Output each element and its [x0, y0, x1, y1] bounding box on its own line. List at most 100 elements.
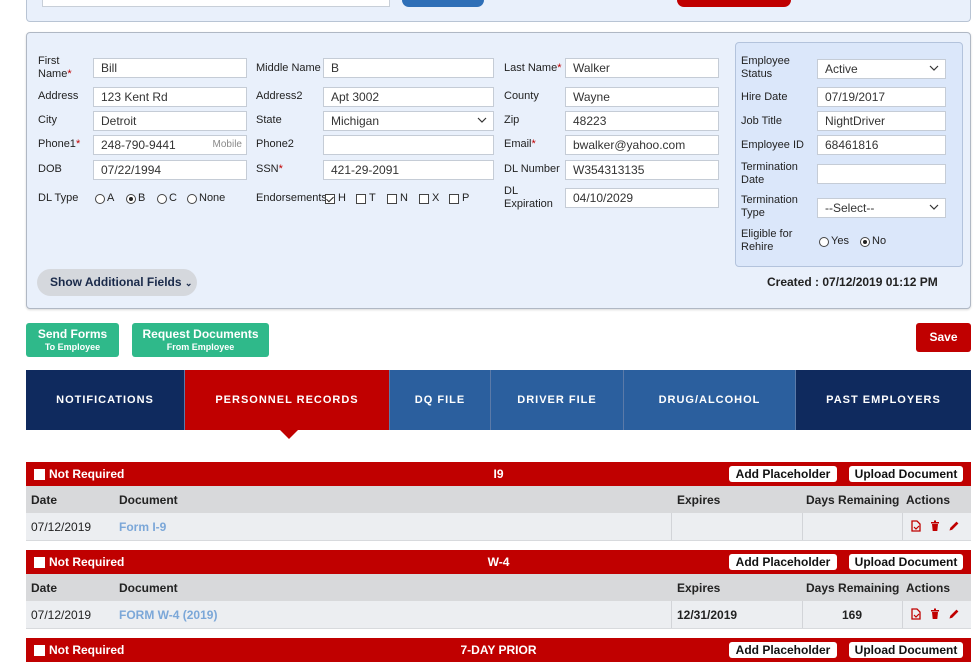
tab-drug-alcohol[interactable]: DRUG/ALCOHOL — [624, 370, 796, 430]
tab-dq-file[interactable]: DQ FILE — [390, 370, 491, 430]
table-header: Date Document Expires Days Remaining Act… — [26, 574, 971, 601]
view-document-icon[interactable] — [910, 608, 922, 620]
upload-document-button[interactable]: Upload Document — [849, 642, 963, 658]
checkbox-icon — [449, 193, 459, 204]
dl-number-label: DL Number — [504, 163, 560, 175]
section-header: Not Required W-4 Add Placeholder Upload … — [26, 550, 971, 574]
radio-selected-icon — [860, 236, 870, 247]
county-input[interactable]: Wayne — [565, 87, 719, 107]
col-document: Document — [119, 581, 178, 595]
address-input[interactable]: 123 Kent Rd — [93, 87, 247, 107]
termination-date-input[interactable] — [817, 164, 946, 184]
add-placeholder-button[interactable]: Add Placeholder — [729, 642, 837, 658]
dl-type-radio-a[interactable]: A — [95, 192, 114, 205]
col-date: Date — [31, 493, 58, 507]
chevron-down-icon — [929, 65, 939, 71]
phone1-input[interactable]: 248-790-9441 Mobile — [93, 135, 247, 155]
tab-driver-file[interactable]: DRIVER FILE — [491, 370, 624, 430]
zip-input[interactable]: 48223 — [565, 111, 719, 131]
section-header: Not Required I9 Add Placeholder Upload D… — [26, 462, 971, 486]
last-name-input[interactable]: Walker — [565, 58, 719, 78]
table-row: 07/12/2019 FORM W-4 (2019) 12/31/2019 16… — [26, 601, 971, 629]
row-document-link[interactable]: Form I-9 — [119, 520, 166, 534]
top-blue-button[interactable] — [402, 0, 484, 7]
row-actions — [910, 520, 960, 532]
rehire-radio-no[interactable]: No — [860, 235, 886, 248]
radio-icon — [157, 193, 167, 204]
edit-pencil-icon[interactable] — [948, 608, 960, 620]
save-button[interactable]: Save — [916, 323, 971, 352]
ssn-input[interactable]: 421-29-2091 — [323, 160, 494, 180]
termination-type-select[interactable]: --Select-- — [817, 198, 946, 218]
checkbox-checked-icon — [325, 193, 335, 204]
active-tab-indicator — [280, 430, 298, 439]
email-input[interactable]: bwalker@yahoo.com — [565, 135, 719, 155]
tab-notifications[interactable]: NOTIFICATIONS — [26, 370, 185, 430]
table-row: 07/12/2019 Form I-9 — [26, 513, 971, 541]
tab-personnel-records[interactable]: PERSONNEL RECORDS — [185, 370, 390, 430]
city-input[interactable]: Detroit — [93, 111, 247, 131]
top-red-button[interactable] — [677, 0, 791, 7]
show-additional-fields-button[interactable]: Show Additional Fields ⌄ — [37, 269, 197, 296]
employee-status-select[interactable]: Active — [817, 59, 946, 79]
dl-number-input[interactable]: W354313135 — [565, 160, 719, 180]
address2-input[interactable]: Apt 3002 — [323, 87, 494, 107]
middle-name-label: Middle Name — [256, 62, 321, 74]
termination-type-label: Termination Type — [741, 194, 798, 219]
ssn-label: SSN* — [256, 163, 283, 175]
county-label: County — [504, 90, 539, 102]
top-search-input[interactable] — [42, 0, 390, 7]
dl-type-radio-none[interactable]: None — [187, 192, 225, 205]
dob-input[interactable]: 07/22/1994 — [93, 160, 247, 180]
col-days-remaining: Days Remaining — [806, 581, 900, 595]
job-title-input[interactable]: NightDriver — [817, 111, 946, 131]
dl-type-radio-c[interactable]: C — [157, 192, 177, 205]
view-document-icon[interactable] — [910, 520, 922, 532]
send-forms-button[interactable]: Send Forms To Employee — [26, 323, 119, 357]
endorsement-checkbox-h[interactable]: H — [325, 192, 346, 205]
first-name-input[interactable]: Bill — [93, 58, 247, 78]
checkbox-icon — [356, 193, 366, 204]
dl-expiration-input[interactable]: 04/10/2029 — [565, 188, 719, 208]
hire-date-input[interactable]: 07/19/2017 — [817, 87, 946, 107]
document-section-i9: Not Required I9 Add Placeholder Upload D… — [26, 462, 971, 541]
chevron-down-icon — [477, 117, 487, 123]
record-tabs: NOTIFICATIONS PERSONNEL RECORDS DQ FILE … — [26, 370, 971, 430]
endorsement-checkbox-p[interactable]: P — [449, 192, 469, 205]
radio-icon — [819, 236, 829, 247]
employee-status-label: Employee Status — [741, 55, 790, 80]
tab-past-employers[interactable]: PAST EMPLOYERS — [796, 370, 971, 430]
row-date: 07/12/2019 — [31, 520, 92, 534]
dl-type-radio-b[interactable]: B — [126, 192, 145, 205]
address2-label: Address2 — [256, 90, 303, 102]
job-title-label: Job Title — [741, 115, 782, 127]
add-placeholder-button[interactable]: Add Placeholder — [729, 466, 837, 482]
rehire-radio-yes[interactable]: Yes — [819, 235, 849, 248]
trash-icon[interactable] — [929, 520, 941, 532]
dl-expiration-label: DL Expiration — [504, 185, 553, 210]
termination-date-label: Termination Date — [741, 161, 798, 186]
checkbox-icon — [419, 193, 429, 204]
upload-document-button[interactable]: Upload Document — [849, 554, 963, 570]
middle-name-input[interactable]: B — [323, 58, 494, 78]
first-name-label: First Name* — [38, 55, 72, 80]
add-placeholder-button[interactable]: Add Placeholder — [729, 554, 837, 570]
trash-icon[interactable] — [929, 608, 941, 620]
endorsement-checkbox-t[interactable]: T — [356, 192, 376, 205]
eligible-rehire-label: Eligible for Rehire — [741, 228, 793, 253]
endorsement-checkbox-x[interactable]: X — [419, 192, 439, 205]
col-date: Date — [31, 581, 58, 595]
last-name-label: Last Name* — [504, 62, 562, 74]
request-documents-button[interactable]: Request Documents From Employee — [132, 323, 269, 357]
edit-pencil-icon[interactable] — [948, 520, 960, 532]
upload-document-button[interactable]: Upload Document — [849, 466, 963, 482]
endorsement-checkbox-n[interactable]: N — [387, 192, 408, 205]
phone2-input[interactable] — [323, 135, 494, 155]
state-select[interactable]: Michigan — [323, 111, 494, 131]
employee-id-label: Employee ID — [741, 139, 804, 151]
email-label: Email* — [504, 138, 536, 150]
employee-id-input[interactable]: 68461816 — [817, 135, 946, 155]
created-timestamp: Created : 07/12/2019 01:12 PM — [767, 275, 938, 289]
row-document-link[interactable]: FORM W-4 (2019) — [119, 608, 217, 622]
row-actions — [910, 608, 960, 620]
